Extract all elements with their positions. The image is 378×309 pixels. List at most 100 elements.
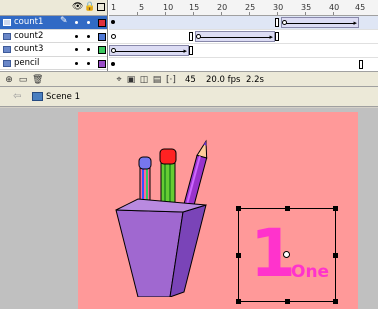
frame-row-pencil[interactable]	[109, 58, 378, 71]
lock-dot[interactable]	[87, 48, 90, 51]
layer-icon	[3, 32, 11, 40]
timeline-status-bar: ⊕ ▭ 🗑 ⌖ ▣ ◫ ▤ [·] 45 20.0 fps 2.2s	[0, 71, 378, 87]
tween-arrow	[199, 37, 271, 38]
layer-name: pencil	[14, 57, 40, 68]
edit-multiple-icon[interactable]: ▤	[152, 75, 162, 85]
frame-end-marker[interactable]	[275, 32, 279, 41]
visibility-dot[interactable]	[75, 48, 78, 51]
ruler-label: 20	[217, 3, 228, 12]
outline-color-swatch[interactable]	[98, 19, 106, 27]
ruler-label: 1	[111, 3, 117, 12]
keyframe[interactable]	[111, 20, 115, 24]
ruler-tick	[333, 12, 334, 15]
insert-layer-icon[interactable]: ⊕	[4, 75, 14, 85]
ruler-tick	[165, 12, 166, 15]
ruler-label: 35	[301, 3, 312, 12]
frame-rate[interactable]: 20.0 fps	[206, 75, 240, 85]
layer-name: count1	[14, 17, 44, 27]
keyframe[interactable]	[111, 34, 116, 39]
lock-icon[interactable]: 🔒	[84, 3, 95, 12]
outline-color-swatch[interactable]	[98, 32, 106, 41]
eye-icon[interactable]: 👁	[72, 3, 83, 12]
keyframe[interactable]	[282, 20, 287, 25]
ruler-label: 5	[139, 3, 145, 12]
visibility-dot[interactable]	[75, 34, 78, 38]
layer-icon	[3, 46, 11, 53]
delete-layer-icon[interactable]: 🗑	[32, 75, 43, 85]
layer-icon	[3, 59, 11, 67]
layer-list: 👁 🔒 count1 ✎ count2 count3 pencil	[0, 0, 108, 71]
frame-row-count2[interactable]: ▸	[109, 30, 378, 44]
resize-handle-bl[interactable]	[236, 299, 241, 304]
work-area[interactable]: 1 One	[0, 108, 378, 309]
motion-tween[interactable]: ▸	[109, 45, 189, 56]
frame-ruler[interactable]: 1 5 10 15 20 25 30 35 40 45	[109, 0, 378, 16]
layer-row-count3[interactable]: count3	[0, 43, 107, 57]
motion-tween[interactable]: ▸	[195, 31, 275, 42]
lock-dot[interactable]	[87, 21, 90, 24]
edit-bar: ⇦ Scene 1	[0, 87, 378, 107]
resize-handle-r[interactable]	[333, 253, 338, 258]
ruler-label: 45	[355, 3, 366, 12]
tween-arrow	[285, 23, 355, 24]
outline-icon[interactable]	[97, 3, 105, 11]
onion-markers-icon[interactable]: [·]	[166, 75, 176, 85]
layer-row-count1[interactable]: count1 ✎	[0, 16, 107, 30]
scene-label[interactable]: Scene 1	[46, 92, 80, 102]
pencil-icon: ✎	[60, 16, 68, 26]
ruler-label: 30	[273, 3, 284, 12]
visibility-dot[interactable]	[75, 21, 78, 24]
tween-arrow-head: ▸	[269, 33, 273, 41]
ruler-label: 10	[163, 3, 174, 12]
ruler-tick	[193, 12, 194, 15]
frame-end-marker[interactable]	[359, 60, 363, 69]
motion-tween[interactable]: ▸	[281, 17, 359, 28]
lock-dot[interactable]	[87, 34, 90, 38]
ruler-label: 40	[329, 3, 340, 12]
cup	[115, 198, 207, 297]
stage[interactable]: 1 One	[78, 112, 358, 309]
frame-row-count3[interactable]: ▸	[109, 44, 378, 58]
resize-handle-tl[interactable]	[236, 206, 241, 211]
ruler-tick	[249, 12, 250, 15]
ruler-tick	[221, 12, 222, 15]
resize-handle-t[interactable]	[285, 206, 290, 211]
layer-row-pencil[interactable]: pencil	[0, 57, 107, 70]
resize-handle-l[interactable]	[236, 253, 241, 258]
layer-row-count2[interactable]: count2	[0, 30, 107, 43]
keyframe[interactable]	[111, 62, 115, 66]
frame-grid[interactable]: 1 5 10 15 20 25 30 35 40 45 ▸ ▸ ▸	[109, 0, 378, 71]
elapsed-time: 2.2s	[246, 75, 264, 85]
ruler-tick	[277, 12, 278, 15]
outline-color-swatch[interactable]	[98, 46, 106, 54]
layer-name: count2	[14, 30, 44, 41]
selection-box[interactable]: 1 One	[236, 206, 338, 304]
layer-icon	[3, 19, 11, 26]
outline-color-swatch[interactable]	[98, 59, 106, 68]
add-folder-icon[interactable]: ▭	[18, 75, 28, 85]
ruler-tick	[137, 12, 138, 15]
tween-arrow-head: ▸	[353, 19, 357, 27]
frame-row-count1[interactable]: ▸	[109, 16, 378, 30]
pencil-cup-graphic[interactable]	[108, 137, 258, 297]
resize-handle-tr[interactable]	[333, 206, 338, 211]
frame-end-marker[interactable]	[189, 32, 193, 41]
frame-end-marker[interactable]	[189, 46, 193, 55]
keyframe[interactable]	[111, 48, 116, 53]
back-icon[interactable]: ⇦	[13, 91, 21, 102]
resize-handle-b[interactable]	[285, 299, 290, 304]
layer-header: 👁 🔒	[0, 0, 107, 16]
lock-dot[interactable]	[87, 61, 90, 65]
keyframe[interactable]	[196, 34, 201, 39]
onion-outline-icon[interactable]: ◫	[139, 75, 149, 85]
center-frame-icon[interactable]: ⌖	[114, 75, 124, 85]
frame-end-marker[interactable]	[275, 18, 279, 27]
tween-arrow	[113, 51, 185, 52]
ruler-label: 15	[189, 3, 200, 12]
transform-center-point[interactable]	[283, 251, 290, 258]
layer-name: count3	[14, 44, 44, 54]
onion-skin-icon[interactable]: ▣	[126, 75, 136, 85]
visibility-dot[interactable]	[75, 61, 78, 65]
tween-arrow-head: ▸	[183, 47, 187, 55]
resize-handle-br[interactable]	[333, 299, 338, 304]
